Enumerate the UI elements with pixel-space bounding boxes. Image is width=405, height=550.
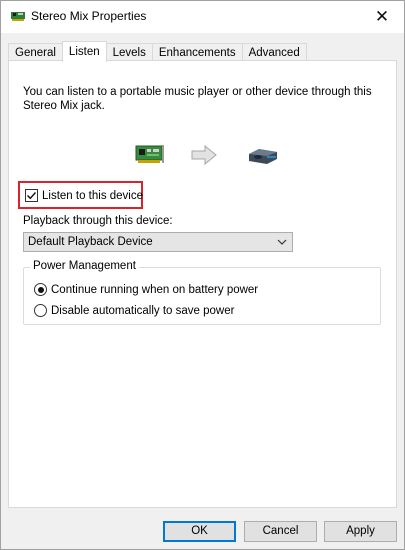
- sound-card-icon: [135, 145, 164, 163]
- ok-button[interactable]: OK: [163, 521, 236, 542]
- tab-listen[interactable]: Listen: [61, 41, 107, 62]
- listen-checkbox-label: Listen to this device: [42, 189, 144, 202]
- sound-card-icon: [11, 12, 25, 21]
- checkmark-icon: [27, 192, 37, 200]
- speaker-device-icon: [249, 149, 277, 164]
- playback-device-label: Playback through this device:: [23, 215, 173, 227]
- properties-dialog: Stereo Mix Properties ✕ General Listen L…: [0, 0, 405, 550]
- chevron-down-icon: [277, 239, 287, 245]
- tab-advanced[interactable]: Advanced: [241, 43, 307, 61]
- tab-enhancements[interactable]: Enhancements: [151, 43, 243, 61]
- tab-levels[interactable]: Levels: [105, 43, 153, 61]
- playback-device-dropdown[interactable]: Default Playback Device: [23, 232, 293, 252]
- close-button[interactable]: ✕: [360, 1, 404, 33]
- listen-to-device-checkbox[interactable]: Listen to this device: [25, 189, 143, 202]
- power-option-disable[interactable]: Disable automatically to save power: [34, 304, 234, 317]
- apply-button[interactable]: Apply: [324, 521, 397, 542]
- device-routing-illustration: [135, 143, 279, 167]
- close-icon: ✕: [374, 7, 390, 26]
- listen-tab-panel: You can listen to a portable music playe…: [8, 60, 397, 508]
- tab-strip: General Listen Levels Enhancements Advan…: [8, 41, 307, 62]
- title-bar: Stereo Mix Properties ✕: [1, 1, 404, 33]
- radio-button[interactable]: [34, 304, 47, 317]
- playback-device-selected: Default Playback Device: [28, 236, 153, 248]
- cancel-button[interactable]: Cancel: [244, 521, 317, 542]
- power-option-continue[interactable]: Continue running when on battery power: [34, 283, 258, 296]
- checkbox-box[interactable]: [25, 189, 38, 202]
- power-option-label: Disable automatically to save power: [51, 304, 235, 317]
- power-management-label: Power Management: [30, 260, 139, 272]
- tab-general[interactable]: General: [8, 43, 63, 61]
- right-arrow-icon: [191, 145, 217, 165]
- radio-button-selected[interactable]: [34, 283, 47, 296]
- listen-description: You can listen to a portable music playe…: [23, 86, 372, 112]
- window-title: Stereo Mix Properties: [31, 9, 147, 23]
- power-option-label: Continue running when on battery power: [51, 283, 259, 296]
